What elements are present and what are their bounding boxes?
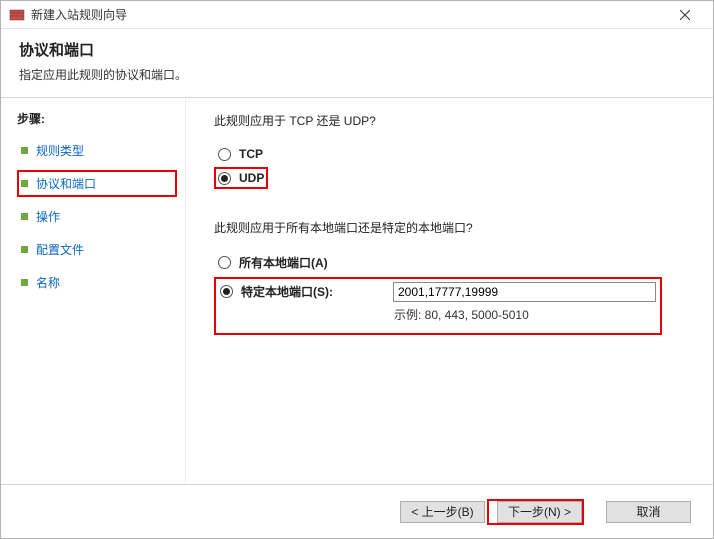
sidebar-item-rule-type[interactable]: 规则类型 — [17, 137, 177, 164]
sidebar-item-label: 规则类型 — [36, 142, 84, 159]
option-label: 特定本地端口(S): — [241, 283, 391, 300]
sidebar-title: 步骤: — [17, 110, 177, 127]
page-subtitle: 指定应用此规则的协议和端口。 — [19, 66, 695, 83]
close-icon — [680, 10, 690, 20]
sidebar-item-label: 协议和端口 — [36, 175, 96, 192]
window-title: 新建入站规则向导 — [31, 6, 665, 23]
bullet-icon — [21, 246, 28, 253]
option-all-ports[interactable]: 所有本地端口(A) — [214, 250, 332, 275]
option-specific-ports[interactable]: 特定本地端口(S): — [218, 281, 393, 302]
page-title: 协议和端口 — [19, 39, 695, 60]
radio-icon — [218, 148, 231, 161]
option-tcp[interactable]: TCP — [214, 143, 267, 165]
sidebar-item-profile[interactable]: 配置文件 — [17, 236, 177, 263]
sidebar: 步骤: 规则类型 协议和端口 操作 配置文件 名称 — [1, 98, 186, 484]
bullet-icon — [21, 213, 28, 220]
sidebar-item-label: 配置文件 — [36, 241, 84, 258]
footer: < 上一步(B) 下一步(N) > 取消 — [1, 484, 713, 538]
titlebar: 新建入站规则向导 — [1, 1, 713, 29]
radio-icon — [218, 256, 231, 269]
cancel-button[interactable]: 取消 — [606, 501, 691, 523]
option-label: TCP — [239, 147, 263, 161]
sidebar-item-label: 名称 — [36, 274, 60, 291]
header: 协议和端口 指定应用此规则的协议和端口。 — [1, 29, 713, 98]
bullet-icon — [21, 279, 28, 286]
radio-icon — [218, 172, 231, 185]
option-label: UDP — [239, 171, 264, 185]
body: 步骤: 规则类型 协议和端口 操作 配置文件 名称 — [1, 98, 713, 484]
next-button[interactable]: 下一步(N) > — [497, 501, 582, 523]
question-protocol: 此规则应用于 TCP 还是 UDP? — [214, 112, 689, 129]
question-ports: 此规则应用于所有本地端口还是特定的本地端口? — [214, 219, 689, 236]
sidebar-item-label: 操作 — [36, 208, 60, 225]
close-button[interactable] — [665, 1, 705, 28]
sidebar-item-name[interactable]: 名称 — [17, 269, 177, 296]
radio-icon — [220, 285, 233, 298]
option-label: 所有本地端口(A) — [239, 254, 328, 271]
port-example-text: 示例: 80, 443, 5000-5010 — [394, 306, 658, 323]
back-button[interactable]: < 上一步(B) — [400, 501, 485, 523]
bullet-icon — [21, 147, 28, 154]
specific-ports-input[interactable] — [393, 282, 656, 302]
option-udp[interactable]: UDP — [214, 167, 268, 189]
main-panel: 此规则应用于 TCP 还是 UDP? TCP UDP 此规则应用于所有本地端口还… — [186, 98, 713, 484]
wizard-window: 新建入站规则向导 协议和端口 指定应用此规则的协议和端口。 步骤: 规则类型 协… — [0, 0, 714, 539]
firewall-icon — [9, 7, 25, 23]
sidebar-item-action[interactable]: 操作 — [17, 203, 177, 230]
bullet-icon — [21, 180, 28, 187]
specific-port-block: 特定本地端口(S): 示例: 80, 443, 5000-5010 — [214, 277, 662, 335]
sidebar-item-protocol-ports[interactable]: 协议和端口 — [17, 170, 177, 197]
